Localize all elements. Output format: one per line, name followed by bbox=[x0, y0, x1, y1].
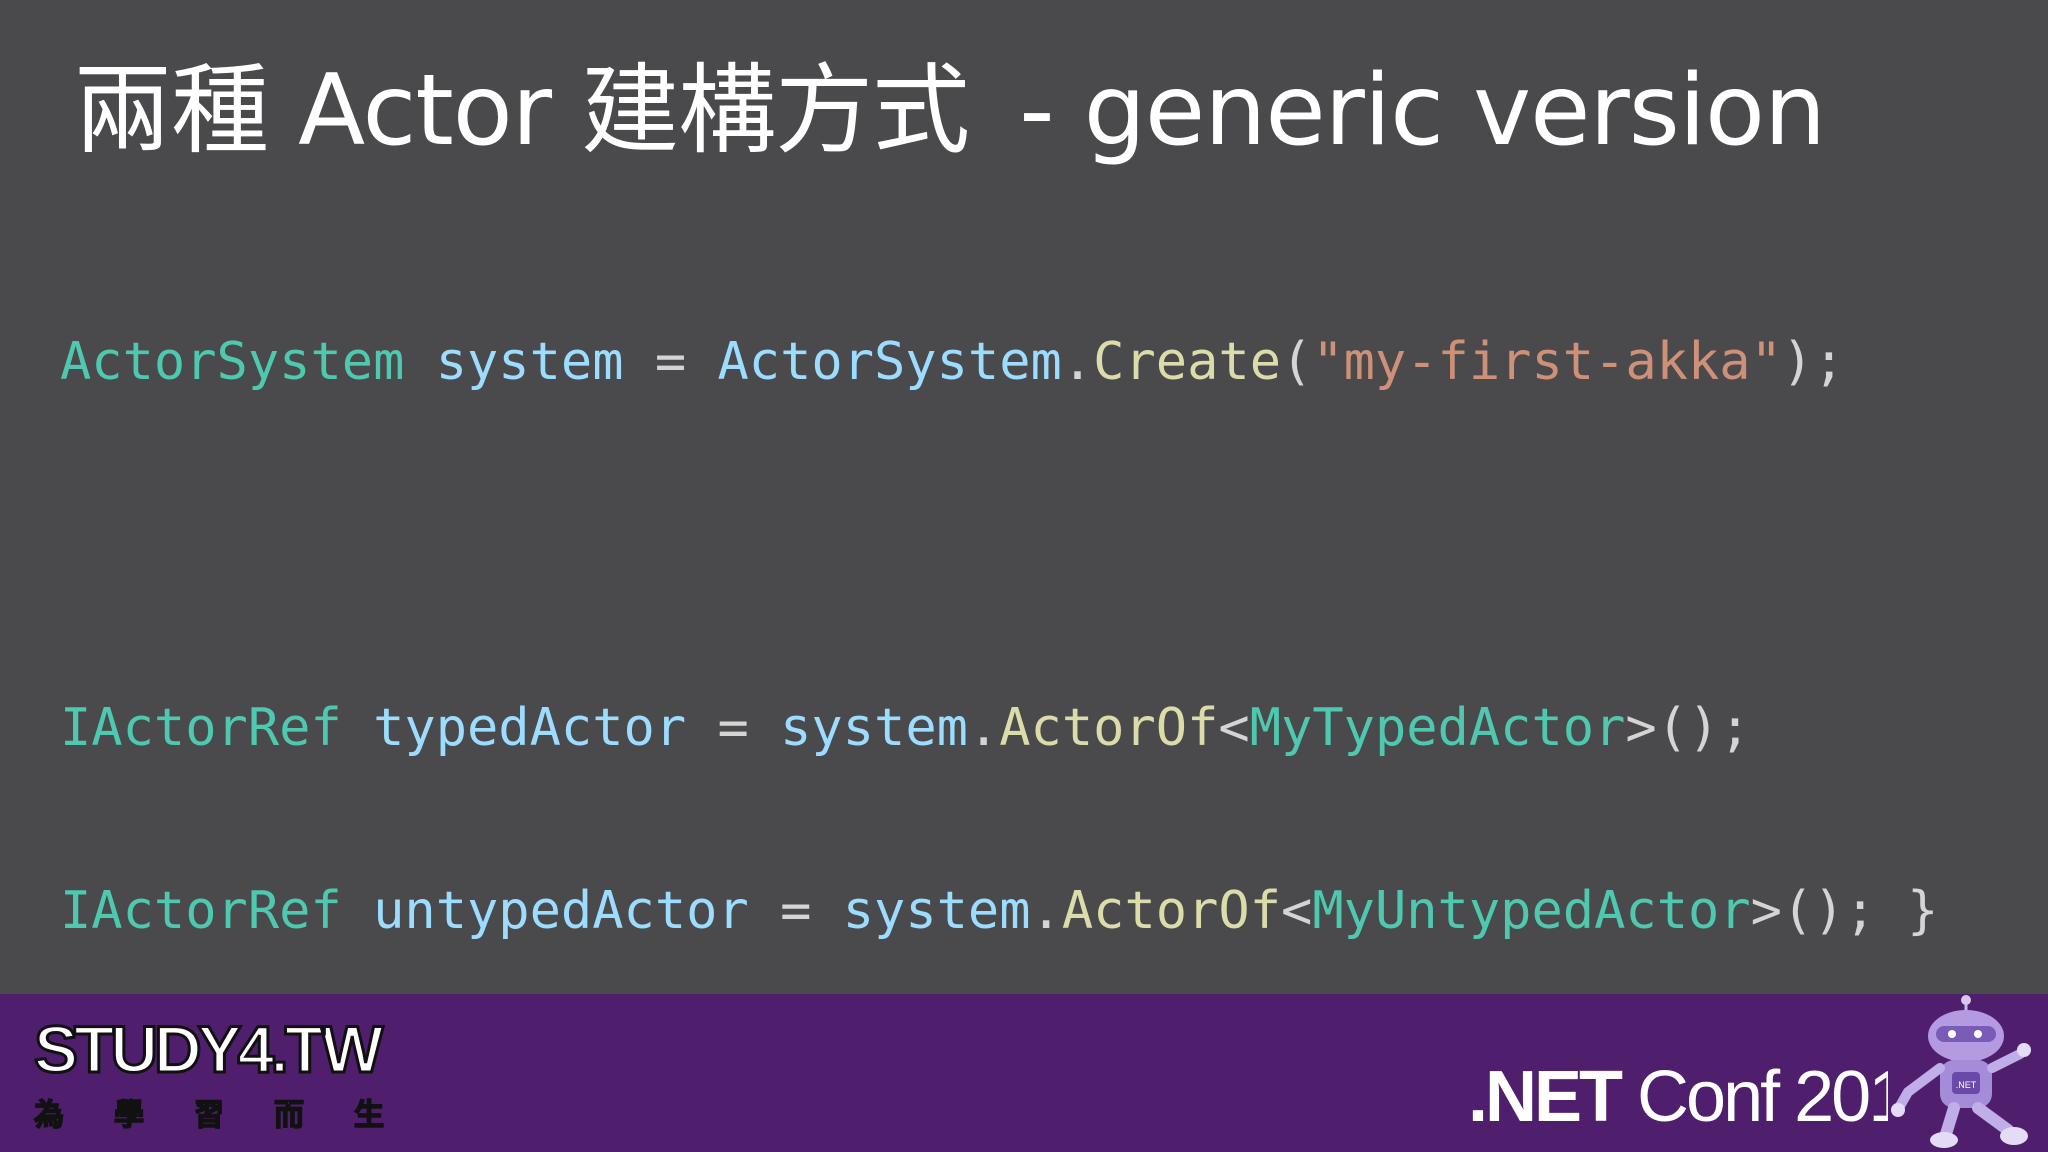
code-angle-open: < bbox=[1281, 881, 1313, 941]
code-variable: system bbox=[435, 332, 624, 392]
study4-tagline: 為 學 習 而 生 bbox=[33, 1090, 385, 1134]
code-string: "my-first-akka" bbox=[1312, 332, 1782, 392]
mascot-badge: .NET bbox=[1956, 1080, 1977, 1090]
code-operator: = bbox=[717, 698, 749, 758]
study4-logo: STUDY4.TW bbox=[32, 1012, 384, 1086]
code-object: system bbox=[780, 698, 968, 758]
code-variable: untypedActor bbox=[373, 881, 749, 941]
code-type: ActorSystem bbox=[60, 332, 405, 392]
dotnet-bot-icon: .NET bbox=[1891, 995, 2031, 1148]
code-operator: = bbox=[780, 881, 812, 941]
dotnet-conf-label: .NET Conf 2018 bbox=[1468, 1054, 1888, 1140]
code-angle-close: > bbox=[1625, 698, 1657, 758]
code-line-2: IActorRef typedActor = system.ActorOf<My… bbox=[60, 698, 1938, 759]
code-method: ActorOf bbox=[999, 698, 1219, 758]
code-line-1: ActorSystem system = ActorSystem.Create(… bbox=[60, 332, 1938, 393]
code-generic-type: MyTypedActor bbox=[1249, 698, 1626, 758]
code-object: ActorSystem bbox=[717, 332, 1062, 392]
code-dot: . bbox=[1030, 881, 1062, 941]
code-generic-type: MyUntypedActor bbox=[1312, 881, 1751, 941]
code-operator: = bbox=[654, 332, 687, 392]
footer-banner: STUDY4.TW 為 學 習 而 生 .NET Conf 2018 .NET bbox=[0, 994, 2048, 1152]
tagline-char: 學 bbox=[113, 1097, 145, 1134]
code-terminator: ); bbox=[1781, 332, 1845, 392]
title-subtitle: - generic version bbox=[1019, 54, 1826, 168]
code-dot: . bbox=[1061, 332, 1094, 392]
conf-suffix: Conf 2018 bbox=[1637, 1057, 1888, 1137]
code-angle-open: < bbox=[1218, 698, 1250, 758]
code-type: IActorRef bbox=[60, 698, 342, 758]
code-type: IActorRef bbox=[60, 881, 342, 941]
slide: 兩種 Actor 建構方式 - generic version ActorSyst… bbox=[0, 0, 2048, 1152]
tagline-char: 為 bbox=[33, 1097, 65, 1134]
slide-title: 兩種 Actor 建構方式 - generic version bbox=[74, 57, 1826, 166]
code-paren: ( bbox=[1281, 332, 1313, 392]
code-line-3: IActorRef untypedActor = system.ActorOf<… bbox=[60, 881, 1938, 942]
code-terminator: (); } bbox=[1781, 881, 1939, 941]
code-terminator: (); bbox=[1656, 698, 1751, 758]
code-variable: typedActor bbox=[373, 698, 687, 758]
code-block: ActorSystem system = ActorSystem.Create(… bbox=[60, 210, 1938, 1064]
tagline-char: 習 bbox=[193, 1097, 225, 1134]
conf-prefix: .NET bbox=[1468, 1057, 1623, 1137]
code-dot: . bbox=[967, 698, 1000, 758]
code-method: Create bbox=[1093, 332, 1281, 392]
code-angle-close: > bbox=[1750, 881, 1782, 941]
code-object: system bbox=[842, 881, 1031, 941]
tagline-char: 生 bbox=[353, 1097, 385, 1134]
title-main: 兩種 Actor 建構方式 bbox=[74, 54, 970, 168]
tagline-char: 而 bbox=[273, 1097, 305, 1134]
code-method: ActorOf bbox=[1061, 881, 1282, 941]
